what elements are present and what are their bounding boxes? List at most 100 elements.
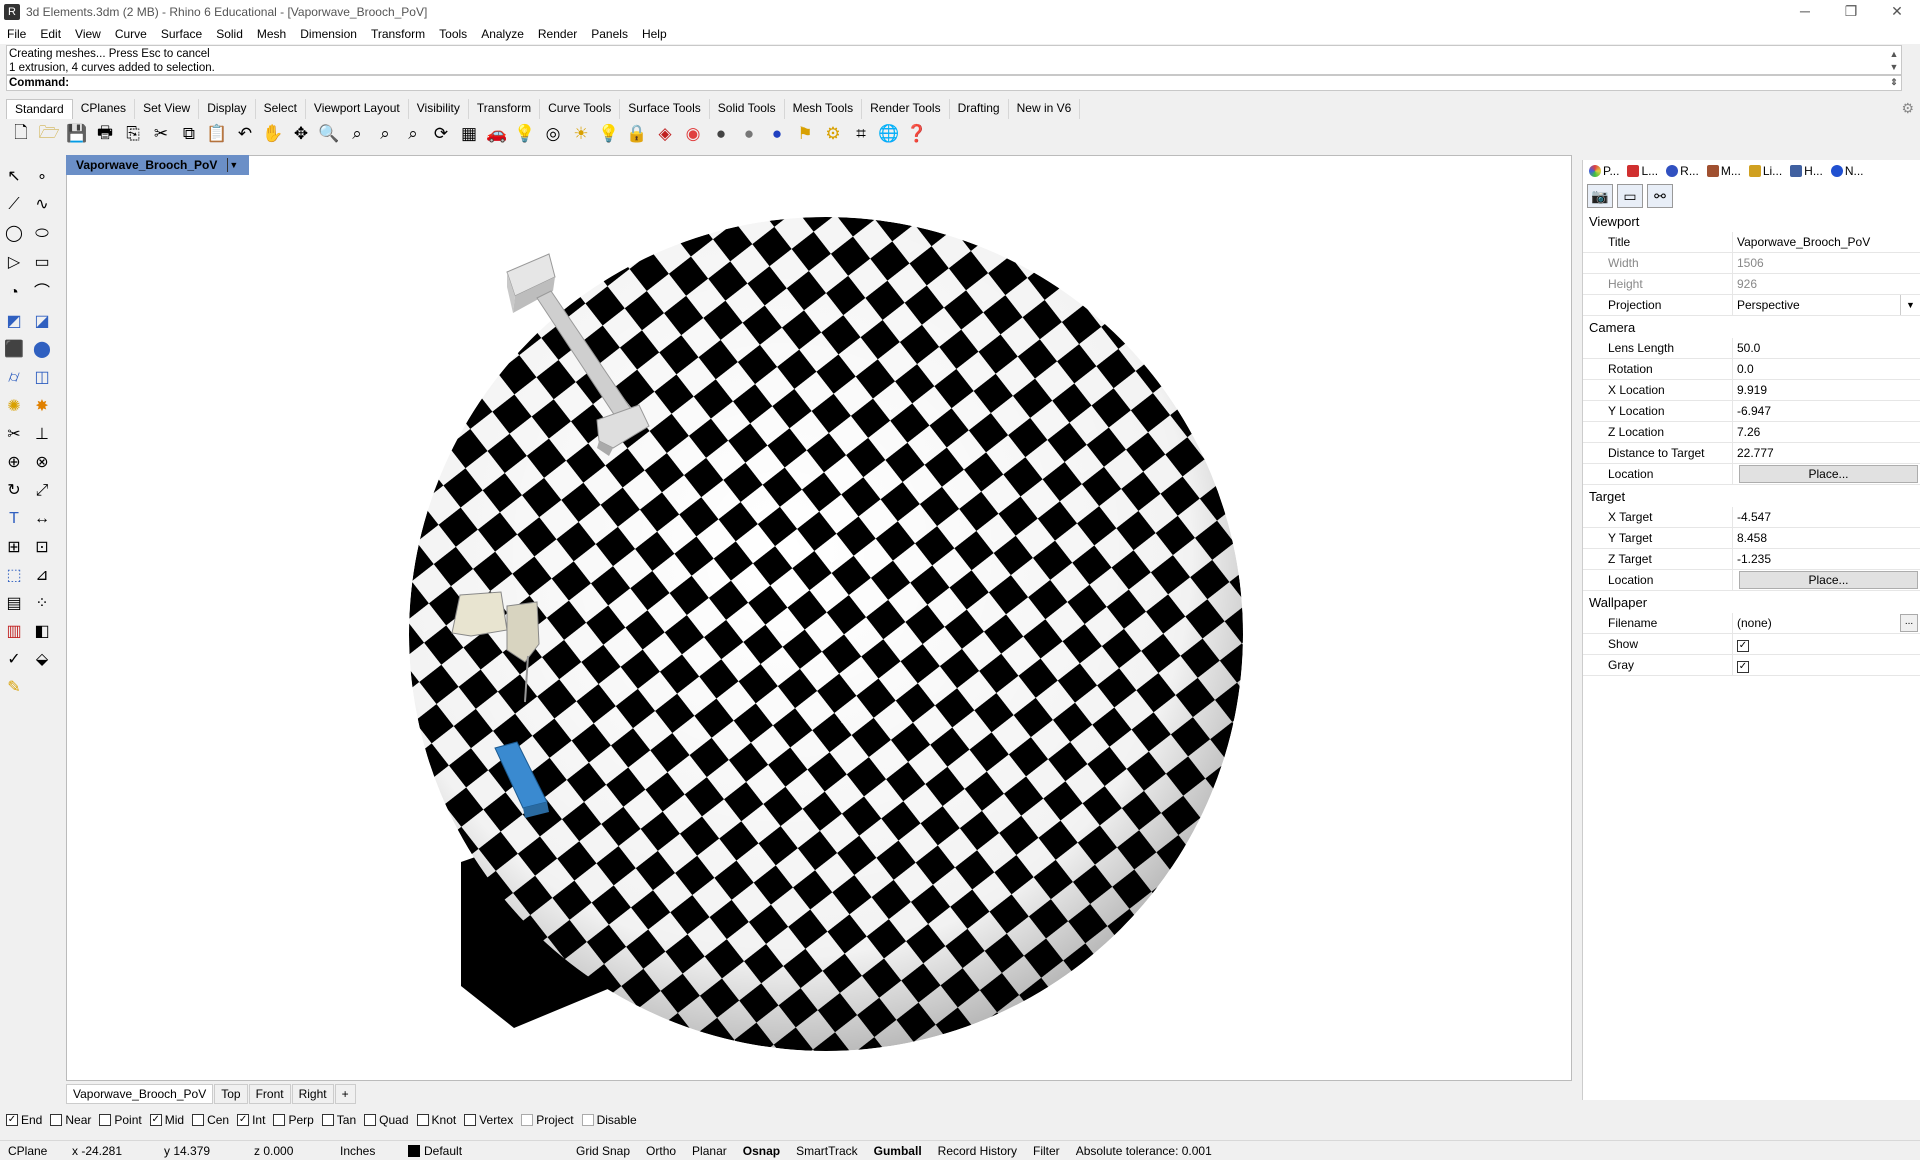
tab-new-in-v6[interactable]: New in V6 [1008,99,1081,119]
material-icon[interactable]: ◈ [652,121,678,147]
rotate-icon[interactable]: ↻ [0,476,28,504]
osnap-quad[interactable]: Quad [364,1113,409,1127]
osnap-point[interactable]: Point [99,1113,142,1127]
object-properties-icon[interactable]: ⬙ [28,645,56,673]
dimension-icon[interactable]: ↔ [28,505,56,533]
osnap-near[interactable]: Near [50,1113,91,1127]
grid-snap-toggle[interactable]: Grid Snap [568,1144,638,1158]
layout-icon[interactable]: ▥ [0,617,28,645]
zoom-window-icon[interactable]: ⌕ [344,121,370,147]
tab-display[interactable]: Display [199,99,256,119]
camera-place-button[interactable]: Place... [1739,464,1918,483]
tab-mesh-tools[interactable]: Mesh Tools [784,99,863,119]
ortho-toggle[interactable]: Ortho [638,1144,684,1158]
menu-curve[interactable]: Curve [108,27,154,41]
menu-edit[interactable]: Edit [33,27,68,41]
grid-icon[interactable]: ▦ [456,121,482,147]
osnap-tan[interactable]: Tan [321,1113,356,1127]
viewport-perspective[interactable] [66,155,1572,1081]
status-cplane[interactable]: CPlane [0,1144,64,1158]
sphere-shaded-icon[interactable]: ● [708,121,734,147]
flag-icon[interactable]: ⚑ [792,121,818,147]
ruler-icon[interactable]: ▤ [0,589,28,617]
osnap-disable[interactable]: Disable [581,1113,637,1127]
maximize-button[interactable]: ❐ [1828,0,1874,24]
osnap-near-checkbox[interactable] [50,1114,63,1126]
menu-render[interactable]: Render [531,27,584,41]
menu-panels[interactable]: Panels [584,27,635,41]
x-target-field[interactable]: -4.547 [1733,507,1920,528]
tab-front[interactable]: Front [248,1084,291,1104]
chevron-down-icon[interactable]: ▼ [227,158,240,172]
lens-length-field[interactable]: 50.0 [1733,338,1920,359]
gray-checkbox[interactable]: ✓ [1737,660,1749,673]
viewport-frame-icon[interactable]: ▭ [1617,184,1643,208]
camera-icon[interactable]: 📷 [1587,184,1613,208]
grid-points-icon[interactable]: ⁘ [28,589,56,617]
tab-drafting[interactable]: Drafting [949,99,1009,119]
light-icon[interactable]: ☀ [568,121,594,147]
lock-icon[interactable]: 🔒 [624,121,650,147]
filter-toggle[interactable]: Filter [1025,1144,1068,1158]
block-icon[interactable]: ⬚ [0,561,28,589]
osnap-mid-checkbox[interactable]: ✓ [149,1114,162,1126]
osnap-int[interactable]: ✓ Int [237,1113,265,1127]
browse-button[interactable]: ... [1900,613,1918,632]
text-icon[interactable]: T [0,505,28,533]
menu-view[interactable]: View [68,27,108,41]
split-icon[interactable]: ⊥ [28,420,56,448]
tab-render-tools[interactable]: Render Tools [862,99,950,119]
lamp-icon[interactable]: 💡 [512,121,538,147]
light-tool-icon[interactable]: ✺ [0,392,28,420]
pan-hand-icon[interactable]: ✋ [260,121,286,147]
explode-icon[interactable]: ✸ [28,392,56,420]
osnap-vertex-checkbox[interactable] [464,1114,477,1126]
tab-transform[interactable]: Transform [468,99,541,119]
copy-icon[interactable]: ⧉ [176,121,202,147]
command-line[interactable]: Command: ⇕ [6,75,1902,91]
osnap-cen-checkbox[interactable] [192,1114,205,1126]
target-place-button[interactable]: Place... [1739,570,1918,589]
select-arrow-icon[interactable]: ↖ [0,162,28,190]
menu-analyze[interactable]: Analyze [474,27,531,41]
chevron-down-icon[interactable]: ▼ [1900,294,1920,315]
tab-right[interactable]: Right [291,1084,334,1104]
new-icon[interactable]: 🗋 [8,121,34,147]
circle-icon[interactable]: ◯ [0,219,28,247]
osnap-cen[interactable]: Cen [192,1113,229,1127]
tab-standard[interactable]: Standard [6,99,73,119]
tab-visibility[interactable]: Visibility [408,99,469,119]
color-wheel-icon[interactable]: ◉ [680,121,706,147]
title-field[interactable]: Vaporwave_Brooch_PoV [1733,232,1920,253]
viewport-title-tab[interactable]: Vaporwave_Brooch_PoV ▼ [66,155,250,175]
zoom-extents-icon[interactable]: ⌕ [372,121,398,147]
move-icon[interactable]: ✥ [288,121,314,147]
filename-field[interactable]: (none)... [1733,613,1920,634]
cylinder-icon[interactable]: ⌭ [0,364,28,392]
panel-tab-materials[interactable]: M... [1705,164,1747,178]
group-icon[interactable]: ⊕ [0,448,28,476]
save-icon[interactable]: 💾 [64,121,90,147]
link-icon[interactable]: ⚯ [1647,184,1673,208]
sphere-blue-icon[interactable]: ● [764,121,790,147]
menu-dimension[interactable]: Dimension [293,27,364,41]
import-icon[interactable]: ⎘ [120,121,146,147]
menu-help[interactable]: Help [635,27,674,41]
osnap-int-checkbox[interactable]: ✓ [237,1114,250,1126]
smarttrack-toggle[interactable]: SmartTrack [788,1144,866,1158]
check-icon[interactable]: ✓ [0,645,28,673]
osnap-end[interactable]: ✓ End [6,1113,42,1127]
osnap-quad-checkbox[interactable] [364,1114,377,1126]
osnap-perp-checkbox[interactable] [273,1114,286,1126]
menu-mesh[interactable]: Mesh [250,27,293,41]
tab-viewport-layout[interactable]: Viewport Layout [305,99,409,119]
osnap-tan-checkbox[interactable] [321,1114,334,1126]
status-units[interactable]: Inches [332,1144,400,1158]
osnap-project-checkbox[interactable] [521,1114,534,1126]
analyze-icon[interactable]: ⊡ [28,533,56,561]
tab-cplanes[interactable]: CPlanes [72,99,136,119]
osnap-point-checkbox[interactable] [99,1114,112,1126]
target-icon[interactable]: ◎ [540,121,566,147]
menu-file[interactable]: File [0,27,33,41]
scale-icon[interactable]: ⤢ [28,477,56,505]
